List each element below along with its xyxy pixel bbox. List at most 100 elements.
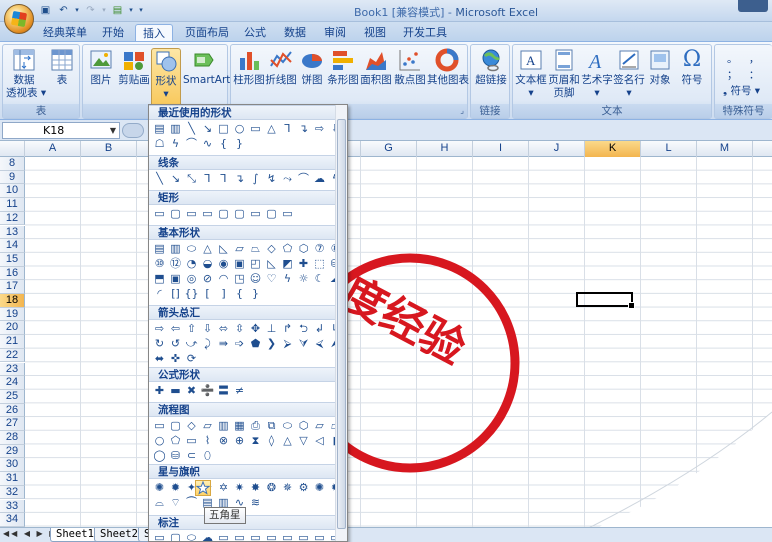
header-footer-button[interactable]: 页眉和 页脚 (547, 48, 581, 100)
fc-internal-icon[interactable]: ▦ (232, 419, 247, 434)
arrow-leftup-icon[interactable]: ↲ (312, 322, 327, 337)
fc-alt-process-icon[interactable]: ▢ (168, 419, 183, 434)
vtextbox-shape-icon[interactable]: ▥ (168, 122, 183, 137)
row-header-32[interactable]: 32 (0, 485, 25, 500)
star24-icon[interactable]: ✺ (312, 481, 327, 496)
oval-icon-b[interactable]: ⬭ (184, 242, 199, 257)
row-header-13[interactable]: 13 (0, 225, 25, 240)
callout-left-icon[interactable]: ⮘ (312, 337, 327, 352)
star12-icon[interactable]: ✵ (280, 481, 295, 496)
callout-lr-icon[interactable]: ⬌ (152, 352, 167, 367)
arrow-down-icon[interactable]: ⇩ (200, 322, 215, 337)
oval-shape-icon[interactable]: ○ (232, 122, 247, 137)
row-header-23[interactable]: 23 (0, 362, 25, 377)
diamond-icon[interactable]: ◇ (264, 242, 279, 257)
right-arrow-shape-icon[interactable]: ⇨ (312, 122, 327, 137)
column-header-l[interactable]: L (641, 141, 697, 157)
callout-line1-icon[interactable]: ▭ (216, 531, 231, 541)
active-cell-k18[interactable] (576, 292, 635, 309)
shapes-gallery-scrollbar[interactable] (335, 105, 347, 541)
double-arrow-icon[interactable]: ⤡ (184, 172, 199, 187)
explosion1-icon[interactable]: ✺ (152, 481, 167, 496)
right-triangle-icon[interactable]: ◺ (216, 242, 231, 257)
other-charts-button[interactable]: 其他图表 (427, 48, 469, 87)
round4-rect-icon[interactable]: ▢ (264, 207, 279, 222)
fc-collate-icon[interactable]: ⧗ (248, 434, 263, 449)
callout-right-icon[interactable]: ⮚ (280, 337, 295, 352)
fc-predefined-icon[interactable]: ▥ (216, 419, 231, 434)
column-header-n[interactable]: N (753, 141, 772, 157)
dodecagon-icon[interactable]: ⑫ (168, 257, 183, 272)
row-header-9[interactable]: 9 (0, 170, 25, 185)
triangle-shape-icon[interactable]: △ (264, 122, 279, 137)
fc-manual-input-icon[interactable]: ⏥ (312, 419, 327, 434)
column-header-i[interactable]: I (473, 141, 529, 157)
name-box-dropdown-icon[interactable]: ▼ (110, 123, 116, 138)
curved-arrow-icon[interactable]: ↯ (264, 172, 279, 187)
pentagon-icon[interactable]: ⬠ (280, 242, 295, 257)
star6-icon[interactable]: ✡ (216, 481, 231, 496)
trapezoid-icon[interactable]: ⏢ (248, 242, 263, 257)
punctuation-row-1[interactable]: 。 ， (727, 51, 763, 66)
freeform-icon[interactable]: ☁ (312, 172, 327, 187)
lightning-shape-icon[interactable]: ϟ (168, 137, 183, 152)
arrow-updown-icon[interactable]: ⇳ (232, 322, 247, 337)
callout-quad-icon[interactable]: ✜ (168, 352, 183, 367)
row-header-18[interactable]: 18 (0, 294, 25, 308)
no-symbol-icon[interactable]: ⊘ (200, 272, 215, 287)
row-header-31[interactable]: 31 (0, 472, 25, 486)
arrow-tri-icon[interactable]: ⊥ (264, 322, 279, 337)
arrow-left-icon[interactable]: ⇦ (168, 322, 183, 337)
row-header-22[interactable]: 22 (0, 348, 25, 363)
row-header-20[interactable]: 20 (0, 321, 25, 336)
sun-icon[interactable]: ☼ (296, 272, 311, 287)
pie-chart-button[interactable]: 饼图 (297, 48, 327, 87)
smartart-button[interactable]: SmartArt (183, 48, 230, 87)
row-header-25[interactable]: 25 (0, 389, 25, 404)
fc-connector-icon[interactable]: ○ (152, 434, 167, 449)
arrow-right-icon[interactable]: ⇨ (152, 322, 167, 337)
window-control[interactable] (738, 0, 768, 12)
fc-document-icon[interactable]: ⎙ (248, 419, 263, 434)
name-box[interactable]: K18 ▼ (2, 122, 120, 139)
frame-icon[interactable]: ▣ (232, 257, 247, 272)
bar-chart-button[interactable]: 条形图 (327, 48, 359, 87)
fc-process-icon[interactable]: ▭ (152, 419, 167, 434)
table-button[interactable]: 表 (47, 48, 77, 87)
elbow-connector-icon[interactable]: ⅂ (200, 172, 215, 187)
arc-icon[interactable]: ◜ (152, 287, 167, 302)
callout-line4-icon[interactable]: ▭ (264, 531, 279, 541)
fc-terminator-icon[interactable]: ⬭ (280, 419, 295, 434)
callout-round-icon[interactable]: ▢ (168, 531, 183, 541)
heart-icon[interactable]: ♡ (264, 272, 279, 287)
plus-icon[interactable]: ✚ (152, 384, 167, 399)
diag-stripe-icon[interactable]: ◩ (280, 257, 295, 272)
column-chart-button[interactable]: 柱形图 (233, 48, 265, 87)
snip-rect-icon[interactable]: ▭ (184, 207, 199, 222)
row-header-24[interactable]: 24 (0, 376, 25, 390)
bevel-icon[interactable]: ▣ (168, 272, 183, 287)
five-point-star-hover[interactable] (195, 480, 211, 496)
right-brace-icon[interactable]: } (248, 287, 263, 302)
punctuation-row-2[interactable]: ； ： (727, 67, 763, 82)
row-header-28[interactable]: 28 (0, 431, 25, 445)
textbox-button[interactable]: A 文本框 ▾ (515, 48, 547, 100)
bracket-pair-icon[interactable]: [] (168, 287, 183, 302)
fc-sort-icon[interactable]: ◊ (264, 434, 279, 449)
fc-tape-icon[interactable]: ⌇ (200, 434, 215, 449)
row-header-10[interactable]: 10 (0, 184, 25, 199)
callout-line6-icon[interactable]: ▭ (296, 531, 311, 541)
parallelogram-icon[interactable]: ▱ (232, 242, 247, 257)
pivot-table-button[interactable]: 数据 透视表 ▾ (6, 48, 46, 100)
line-shape-icon[interactable]: ╲ (184, 122, 199, 137)
plaque-icon[interactable]: ⬚ (312, 257, 327, 272)
fc-card-icon[interactable]: ▭ (184, 434, 199, 449)
curve-icon[interactable]: ⌒ (296, 172, 311, 187)
heptagon-icon[interactable]: ⑦ (312, 242, 327, 257)
star7-icon[interactable]: ✷ (232, 481, 247, 496)
arrow-chevron-icon[interactable]: ❯ (264, 337, 279, 352)
arrow-icon[interactable]: ↘ (168, 172, 183, 187)
callout-line7-icon[interactable]: ▭ (312, 531, 327, 541)
picture-button[interactable]: 图片 (86, 48, 116, 87)
cube-icon[interactable]: ⬒ (152, 272, 167, 287)
